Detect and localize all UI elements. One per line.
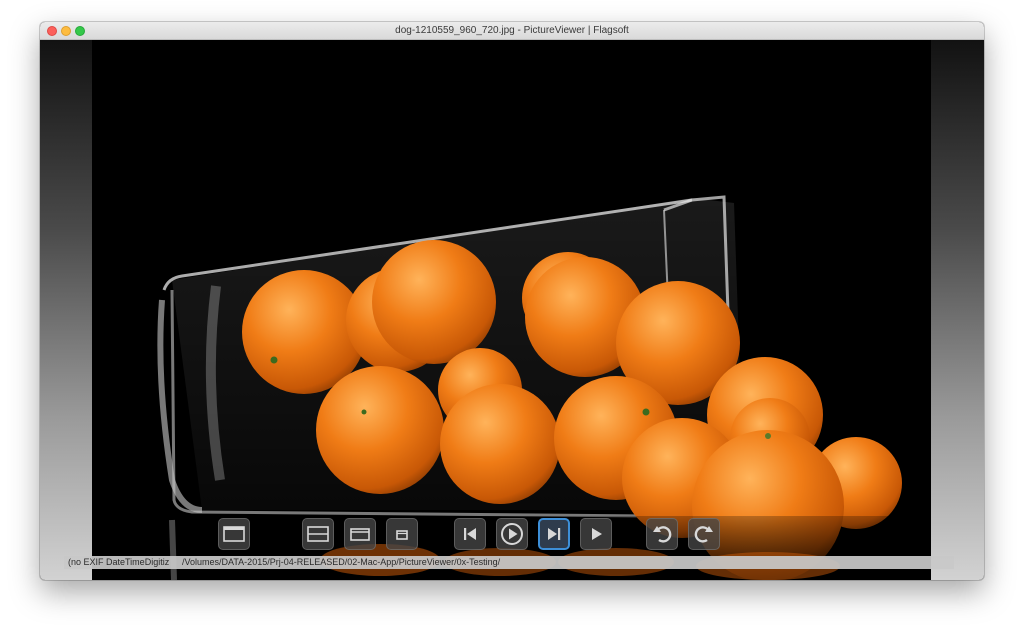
rotate-right-icon [694, 526, 713, 543]
viewer-toolbar [40, 518, 984, 554]
window-title: dog-1210559_960_720.jpg - PictureViewer … [395, 25, 629, 36]
skip-back-icon [464, 528, 476, 540]
photo-artwork [152, 195, 931, 580]
rotate-left-icon [653, 526, 672, 543]
play-circle-icon [501, 523, 523, 545]
image-canvas[interactable]: (no EXIF DateTimeDigitiz /Volumes/DATA-2… [40, 40, 984, 580]
view-mode-3-button[interactable] [386, 518, 418, 550]
skip-forward-icon [548, 528, 561, 540]
rotate-left-button[interactable] [646, 518, 678, 550]
file-path-label: /Volumes/DATA-2015/Prj-04-RELEASED/02-Ma… [182, 557, 501, 567]
play-slideshow-button[interactable] [496, 518, 528, 550]
play-icon [592, 528, 602, 540]
folder-icon [223, 526, 245, 542]
view-mode-2-button[interactable] [344, 518, 376, 550]
first-image-button[interactable] [454, 518, 486, 550]
exif-date-label: (no EXIF DateTimeDigitiz [68, 557, 170, 567]
rotate-right-button[interactable] [688, 518, 720, 550]
window-small-icon [396, 530, 408, 540]
status-bar: (no EXIF DateTimeDigitiz /Volumes/DATA-2… [64, 556, 954, 569]
displayed-photo [92, 40, 931, 580]
title-bar[interactable]: dog-1210559_960_720.jpg - PictureViewer … [40, 22, 984, 40]
next-image-button[interactable] [538, 518, 570, 550]
window-large-icon [307, 526, 329, 542]
play-button[interactable] [580, 518, 612, 550]
window-medium-icon [350, 528, 370, 541]
app-window: dog-1210559_960_720.jpg - PictureViewer … [40, 22, 984, 580]
view-mode-1-button[interactable] [302, 518, 334, 550]
open-folder-button[interactable] [218, 518, 250, 550]
